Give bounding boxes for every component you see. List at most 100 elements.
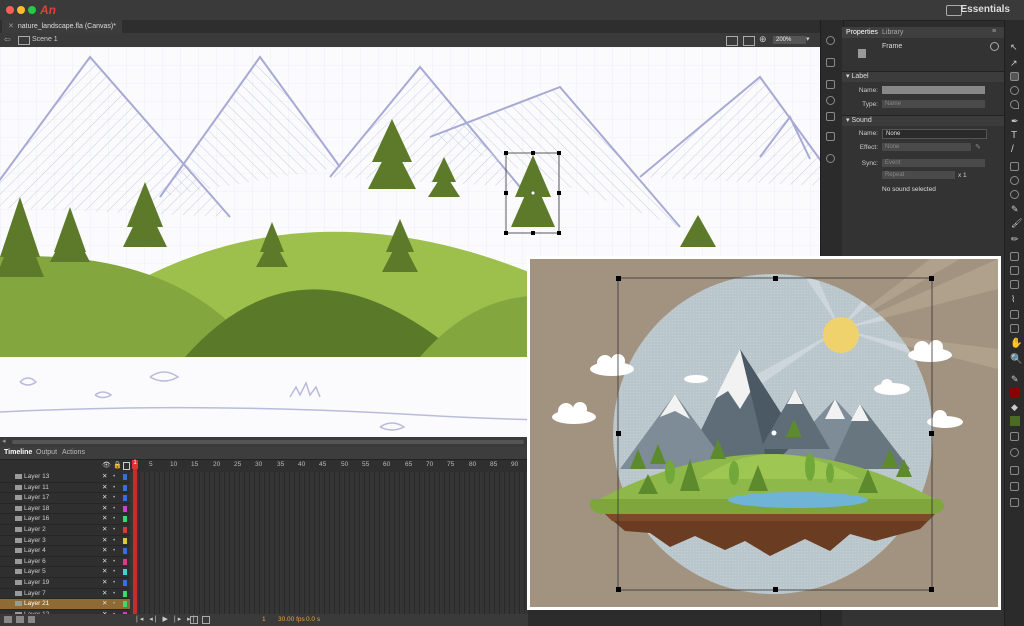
help-icon[interactable]: [990, 42, 999, 51]
lock-layer-icon[interactable]: •: [113, 514, 115, 524]
hide-layer-icon[interactable]: ✕: [102, 578, 107, 588]
edit-effect-icon[interactable]: ✎: [975, 143, 981, 151]
tab-timeline[interactable]: Timeline: [4, 449, 32, 456]
rectangle-tool-icon[interactable]: [1010, 162, 1019, 171]
info-panel-icon[interactable]: [826, 96, 835, 105]
hide-layer-icon[interactable]: ✕: [102, 525, 107, 535]
document-tab[interactable]: ✕ nature_landscape.fla (Canvas)*: [2, 20, 122, 33]
line-tool-icon[interactable]: /: [1011, 144, 1014, 155]
color-panel-icon[interactable]: [826, 36, 835, 45]
layer-outline-color-swatch[interactable]: [123, 601, 127, 608]
lock-layer-icon[interactable]: •: [113, 546, 115, 556]
playhead[interactable]: 1: [132, 460, 138, 614]
new-layer-icon[interactable]: [4, 616, 12, 623]
components-panel-icon[interactable]: [826, 132, 835, 141]
smooth-icon[interactable]: [1010, 466, 1019, 475]
layer-row[interactable]: Layer 6 ✕ •: [0, 557, 130, 568]
layer-outline-color-swatch[interactable]: [123, 569, 127, 576]
panel-menu-icon[interactable]: ≡: [992, 28, 996, 35]
lock-layer-icon[interactable]: •: [113, 589, 115, 599]
tab-library[interactable]: Library: [882, 29, 903, 36]
loop-icon[interactable]: [190, 616, 198, 624]
layer-row[interactable]: Layer 11 ✕ •: [0, 483, 130, 494]
layer-row[interactable]: Layer 4 ✕ •: [0, 546, 130, 557]
edit-scene-icon[interactable]: [726, 36, 738, 46]
layer-row[interactable]: Layer 2 ✕ •: [0, 525, 130, 536]
workspace-switcher[interactable]: Essentials: [961, 4, 1010, 15]
frame-ruler[interactable]: 1 5 10 15 20 25 30 35 40 45 50 55 60 65 …: [130, 461, 528, 471]
layer-outline-color-swatch[interactable]: [123, 495, 127, 502]
bone-tool-icon[interactable]: [1010, 252, 1019, 261]
tab-output[interactable]: Output: [36, 449, 57, 456]
zoom-tool-icon[interactable]: 🔍: [1010, 354, 1022, 365]
lasso-tool-icon[interactable]: [1010, 100, 1019, 109]
visibility-eye-icon[interactable]: 👁: [102, 461, 111, 469]
pen-tool-icon[interactable]: ✒: [1011, 116, 1019, 127]
onion-skin-icon[interactable]: [202, 616, 210, 624]
scroll-left-icon[interactable]: ◂: [2, 437, 6, 445]
layer-row[interactable]: Layer 7 ✕ •: [0, 589, 130, 600]
new-folder-icon[interactable]: [16, 616, 24, 623]
layer-outline-color-swatch[interactable]: [123, 505, 127, 512]
repeat-count[interactable]: x 1: [958, 172, 967, 179]
paint-brush-tool-icon[interactable]: ✏: [1011, 234, 1019, 245]
layer-outline-color-swatch[interactable]: [123, 537, 127, 544]
layer-outline-color-swatch[interactable]: [123, 484, 127, 491]
layer-row[interactable]: Layer 13 ✕ •: [0, 472, 130, 483]
playback-controls[interactable]: |◂ ◂| ▶ |▸ ▸|: [136, 615, 197, 623]
center-stage-icon[interactable]: ⊕: [759, 34, 767, 45]
zoom-field[interactable]: 200%: [773, 36, 806, 44]
sound-name-select[interactable]: None: [882, 129, 987, 139]
tab-properties[interactable]: Properties: [846, 29, 878, 36]
hide-layer-icon[interactable]: ✕: [102, 567, 107, 577]
stroke-color-swatch[interactable]: [1010, 388, 1020, 398]
lock-layer-icon[interactable]: •: [113, 483, 115, 493]
close-window-button[interactable]: [6, 6, 14, 14]
lock-layer-icon[interactable]: •: [113, 578, 115, 588]
label-name-input[interactable]: [882, 86, 985, 94]
edit-symbols-icon[interactable]: [743, 36, 755, 46]
hide-layer-icon[interactable]: ✕: [102, 599, 107, 609]
lock-layer-icon[interactable]: •: [113, 567, 115, 577]
back-arrow-icon[interactable]: ⇦: [4, 35, 11, 44]
lock-all-icon[interactable]: 🔒: [113, 461, 122, 469]
hide-layer-icon[interactable]: ✕: [102, 514, 107, 524]
layer-row[interactable]: Layer 18 ✕ •: [0, 504, 130, 515]
object-drawing-icon[interactable]: [1010, 498, 1019, 507]
eraser-tool-icon[interactable]: [1010, 310, 1019, 319]
free-transform-tool-icon[interactable]: [1010, 72, 1019, 81]
swatches-panel-icon[interactable]: [826, 58, 835, 67]
layer-row[interactable]: Layer 19 ✕ •: [0, 578, 130, 589]
layer-row[interactable]: Layer 5 ✕ •: [0, 567, 130, 578]
lock-layer-icon[interactable]: •: [113, 536, 115, 546]
lock-layer-icon[interactable]: •: [113, 599, 115, 609]
subselection-tool-icon[interactable]: ↗: [1010, 58, 1018, 69]
label-type-select[interactable]: Name: [882, 100, 985, 108]
layer-outline-color-swatch[interactable]: [123, 548, 127, 555]
fps-readout[interactable]: 30.00 fps: [278, 616, 305, 623]
fill-color-swatch[interactable]: [1010, 416, 1020, 426]
hand-tool-icon[interactable]: ✋: [1010, 338, 1022, 349]
align-panel-icon[interactable]: [826, 80, 835, 89]
tab-close-icon[interactable]: ✕: [8, 23, 14, 30]
pencil-tool-icon[interactable]: ✎: [1011, 204, 1019, 215]
layer-row[interactable]: Layer 16 ✕ •: [0, 514, 130, 525]
layer-outline-color-swatch[interactable]: [123, 526, 127, 533]
outline-all-icon[interactable]: [123, 462, 130, 470]
layer-outline-color-swatch[interactable]: [123, 474, 127, 480]
sync-select[interactable]: Event: [882, 159, 985, 167]
hide-layer-icon[interactable]: ✕: [102, 546, 107, 556]
layer-row[interactable]: Layer 17 ✕ •: [0, 493, 130, 504]
lock-layer-icon[interactable]: •: [113, 504, 115, 514]
hide-layer-icon[interactable]: ✕: [102, 557, 107, 567]
hide-layer-icon[interactable]: ✕: [102, 483, 107, 493]
time-readout[interactable]: 0.0 s: [306, 616, 320, 623]
sound-section-header[interactable]: ▾ Sound: [842, 115, 1004, 126]
transform-panel-icon[interactable]: [826, 112, 835, 121]
hide-layer-icon[interactable]: ✕: [102, 472, 107, 482]
delete-layer-icon[interactable]: [28, 616, 35, 623]
oval-tool-icon[interactable]: [1010, 176, 1019, 185]
width-tool-icon[interactable]: [1010, 324, 1019, 333]
lock-layer-icon[interactable]: •: [113, 493, 115, 503]
lock-layer-icon[interactable]: •: [113, 557, 115, 567]
